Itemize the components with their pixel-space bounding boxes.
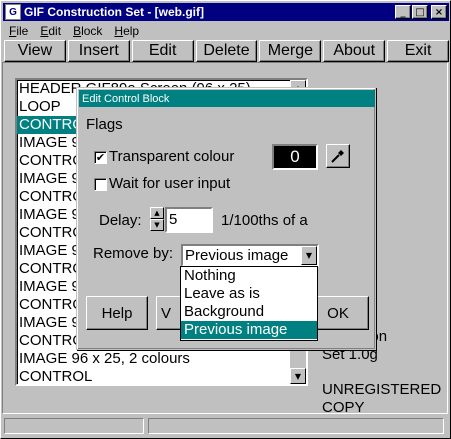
spin-down-icon[interactable]: ▼ bbox=[150, 219, 164, 231]
spin-up-icon[interactable]: ▲ bbox=[150, 207, 164, 219]
maximize-button[interactable]: □ bbox=[412, 5, 428, 19]
delay-input[interactable]: 5 bbox=[165, 207, 213, 233]
wait-label[interactable]: Wait for user input bbox=[109, 175, 230, 192]
about-button[interactable]: About bbox=[323, 40, 386, 62]
help-button[interactable]: Help bbox=[86, 296, 148, 330]
merge-button[interactable]: Merge bbox=[259, 40, 322, 62]
menu-help[interactable]: Help bbox=[108, 24, 145, 38]
menu-edit-label: dit bbox=[48, 24, 62, 38]
edit-button[interactable]: Edit bbox=[131, 40, 194, 62]
insert-button[interactable]: Insert bbox=[67, 40, 130, 62]
toolbar: View Insert Edit Delete Merge About Exit bbox=[3, 40, 450, 63]
exit-button[interactable]: Exit bbox=[387, 40, 450, 62]
eyedropper-icon bbox=[331, 150, 344, 163]
delay-label: Delay: bbox=[99, 212, 142, 229]
title-bar[interactable]: G GIF Construction Set - [web.gif] _ □ × bbox=[3, 3, 449, 21]
window-title: GIF Construction Set - [web.gif] bbox=[24, 5, 204, 19]
delay-units-label: 1/100ths of a bbox=[221, 212, 308, 229]
dialog-title[interactable]: Edit Control Block bbox=[79, 90, 375, 107]
dropdown-option[interactable]: Previous image bbox=[181, 321, 317, 339]
remove-by-options: Nothing Leave as is Background Previous ima… bbox=[181, 267, 317, 339]
menu-block[interactable]: Block bbox=[67, 24, 108, 38]
status-pane-right bbox=[148, 418, 444, 434]
list-item[interactable]: IMAGE 96 x 25, 2 colours bbox=[17, 350, 306, 368]
preview-line-4: COPY bbox=[322, 399, 365, 413]
status-bar bbox=[2, 416, 448, 436]
menu-file[interactable]: File bbox=[3, 24, 34, 38]
menu-help-accel: H bbox=[114, 24, 124, 38]
delay-spinner[interactable]: ▲ ▼ bbox=[150, 207, 164, 232]
transparent-colour-box[interactable]: 0 bbox=[272, 144, 318, 170]
menu-block-accel: B bbox=[73, 24, 82, 38]
dropdown-option[interactable]: Leave as is bbox=[181, 285, 317, 303]
dropdown-option[interactable]: Background bbox=[181, 303, 317, 321]
view-button[interactable]: View bbox=[4, 40, 66, 62]
scroll-down-icon[interactable]: ▼ bbox=[290, 368, 306, 384]
flags-label: Flags bbox=[86, 116, 123, 133]
eyedropper-button[interactable] bbox=[326, 144, 350, 168]
menu-bar: File Edit Block Help bbox=[3, 22, 145, 40]
remove-by-dropdown[interactable]: Nothing Leave as is Background Previous ima… bbox=[180, 266, 318, 341]
menu-edit[interactable]: Edit bbox=[34, 24, 67, 38]
transparent-checkbox[interactable]: ✔ bbox=[94, 151, 107, 164]
preview-line-3: UNREGISTERED bbox=[322, 381, 442, 398]
menu-file-label: ile bbox=[16, 24, 29, 38]
app-icon[interactable]: G bbox=[5, 4, 21, 20]
minimize-button[interactable]: _ bbox=[395, 5, 411, 19]
remove-by-label: Remove by: bbox=[93, 245, 174, 262]
status-pane-left bbox=[4, 418, 144, 434]
transparent-label[interactable]: Transparent colour bbox=[109, 148, 234, 165]
delete-button[interactable]: Delete bbox=[195, 40, 258, 62]
remove-by-value: Previous image bbox=[185, 247, 289, 264]
remove-by-select[interactable]: Previous image ▼ bbox=[181, 244, 319, 267]
wait-checkbox[interactable] bbox=[94, 178, 107, 191]
close-button[interactable]: × bbox=[431, 5, 447, 19]
menu-block-label: lock bbox=[81, 24, 103, 38]
chevron-down-icon[interactable]: ▼ bbox=[301, 246, 317, 265]
dropdown-option[interactable]: Nothing bbox=[181, 267, 317, 285]
menu-help-label: elp bbox=[123, 24, 140, 38]
list-item[interactable]: CONTROL bbox=[17, 368, 306, 384]
